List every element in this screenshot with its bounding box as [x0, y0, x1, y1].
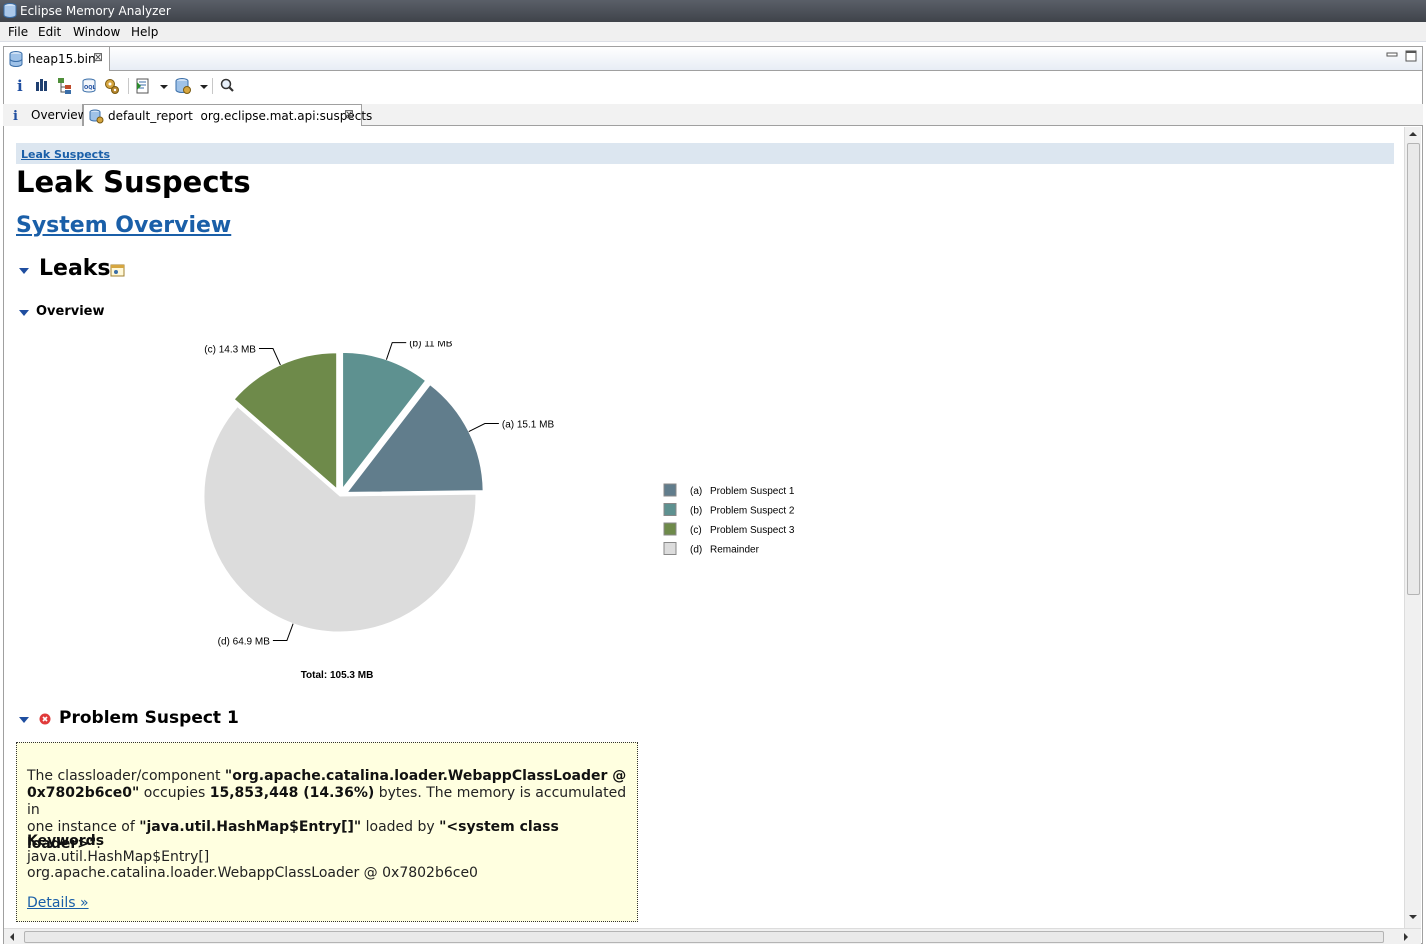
leaks-heading: Leaks [39, 256, 111, 281]
details-link[interactable]: Details » [27, 895, 89, 912]
info-icon: i [17, 77, 23, 95]
problem-suspect-description: The classloader/component "org.apache.ca… [16, 742, 638, 922]
window-title: Eclipse Memory Analyzer [20, 4, 171, 18]
breadcrumb-link-leak-suspects[interactable]: Leak Suspects [21, 148, 110, 161]
search-button[interactable] [218, 76, 236, 96]
keyword-item: org.apache.catalina.loader.WebappClassLo… [27, 865, 478, 881]
report-content: Leak Suspects Leak Suspects System Overv… [4, 127, 1403, 928]
legend-label: Problem Suspect 1 [710, 486, 795, 497]
svg-text:OQL: OQL [84, 85, 97, 91]
dropdown-arrow-icon [200, 85, 208, 89]
svg-text:i: i [13, 109, 18, 122]
heap-dump-actions-button[interactable] [174, 76, 192, 96]
report-icon [136, 78, 149, 94]
horizontal-scroll-thumb[interactable] [24, 931, 1384, 943]
toolbar-separator [128, 78, 129, 94]
scroll-down-icon[interactable] [1409, 913, 1417, 921]
tab-default-report-label: default_report org.eclipse.mat.api:suspe… [108, 109, 373, 123]
tab-default-report[interactable]: default_report org.eclipse.mat.api:suspe… [83, 104, 372, 126]
close-tab-icon[interactable]: ⊠ [344, 107, 354, 121]
system-overview-link[interactable]: System Overview [16, 213, 231, 238]
report-suspects-icon [89, 109, 104, 124]
run-report-dropdown[interactable] [155, 76, 168, 96]
menu-bar: File Edit Window Help [0, 22, 1426, 42]
scroll-left-icon[interactable] [8, 933, 16, 941]
maximize-icon[interactable] [1405, 50, 1417, 62]
oql-icon: OQL [82, 78, 97, 93]
collapse-overview-icon[interactable] [19, 309, 29, 317]
editor-tab-bar: heap15.bin ⊠ [4, 47, 1422, 71]
legend-key: (c) [690, 525, 702, 536]
suspect-summary: The classloader/component "org.apache.ca… [27, 768, 627, 852]
pie-label-a: (a) 15.1 MB [502, 420, 555, 431]
close-tab-icon[interactable]: ⊠ [93, 50, 103, 64]
tab-overview[interactable]: i Overview [3, 104, 88, 126]
legend-swatch [663, 503, 677, 516]
heap-dump-actions-icon [175, 78, 191, 94]
legend-key: (b) [690, 506, 702, 517]
keyword-item: java.util.HashMap$Entry[] [27, 849, 210, 865]
legend-label: Remainder [710, 545, 760, 556]
report-tab-bar: i Overview default_report org.eclipse.ma… [3, 104, 1423, 126]
pie-label-d: (d) 64.9 MB [218, 637, 271, 648]
page-title: Leak Suspects [16, 165, 251, 199]
horizontal-scrollbar[interactable] [4, 928, 1421, 944]
scroll-up-icon[interactable] [1409, 130, 1417, 138]
info-icon: i [13, 109, 18, 122]
pie-leader-line-d [272, 623, 294, 642]
pie-label-b: (b) 11 MB [409, 341, 452, 350]
info-button[interactable]: i [11, 76, 29, 96]
tab-overview-label: Overview [31, 108, 88, 122]
heap-dump-actions-dropdown[interactable] [195, 76, 208, 96]
menu-window[interactable]: Window [73, 25, 120, 39]
dominator-tree-button[interactable] [56, 76, 74, 96]
run-report-button[interactable] [134, 76, 152, 96]
dominator-tree-icon [58, 78, 71, 94]
breadcrumb: Leak Suspects [16, 143, 1394, 164]
gears-icon [105, 79, 119, 94]
legend-label: Problem Suspect 3 [710, 525, 795, 536]
vertical-scroll-thumb[interactable] [1407, 143, 1420, 595]
query-details-icon[interactable] [110, 264, 125, 277]
editor-tab-heap[interactable]: heap15.bin ⊠ [4, 47, 110, 71]
legend-key: (a) [690, 486, 702, 497]
overview-heading: Overview [36, 304, 105, 319]
search-icon [220, 78, 234, 92]
histogram-button[interactable] [33, 76, 51, 96]
legend-label: Problem Suspect 2 [710, 506, 795, 517]
toolbar: i OQL [4, 71, 1422, 103]
legend-swatch [663, 483, 677, 497]
toolbar-separator [212, 78, 213, 94]
menu-file[interactable]: File [8, 25, 28, 39]
problem-suspect-heading: Problem Suspect 1 [59, 708, 239, 728]
database-icon [3, 3, 17, 18]
dropdown-arrow-icon [160, 85, 168, 89]
legend-key: (d) [690, 545, 702, 556]
error-icon [39, 713, 51, 725]
menu-edit[interactable]: Edit [38, 25, 61, 39]
pie-label-c: (c) 14.3 MB [204, 345, 256, 356]
query-browser-button[interactable] [103, 76, 121, 96]
legend-swatch [663, 522, 677, 536]
leak-suspects-pie-chart: (b) 11 MB (a) 15.1 MB (d) 64.9 MB (c) 14.3 … [203, 341, 795, 681]
pie-leader-line-b [385, 342, 407, 360]
oql-button[interactable]: OQL [80, 76, 98, 96]
window-titlebar: Eclipse Memory Analyzer [0, 0, 1426, 22]
collapse-problem-suspect-icon[interactable] [19, 716, 29, 724]
heap-dump-icon [9, 51, 23, 67]
minimize-icon[interactable] [1386, 50, 1398, 60]
pie-leader-line-c [258, 348, 281, 366]
pie-leader-line-a [468, 423, 499, 433]
vertical-scrollbar[interactable] [1404, 127, 1421, 928]
keywords-title: Keywords [27, 833, 105, 849]
chart-total-label: Total: 105.3 MB [301, 670, 374, 681]
histogram-icon [36, 79, 47, 91]
scroll-right-icon[interactable] [1402, 933, 1410, 941]
menu-help[interactable]: Help [131, 25, 158, 39]
editor-tab-label: heap15.bin [28, 52, 96, 66]
svg-text:i: i [17, 77, 23, 95]
collapse-leaks-icon[interactable] [19, 267, 29, 275]
legend-swatch [663, 542, 677, 555]
